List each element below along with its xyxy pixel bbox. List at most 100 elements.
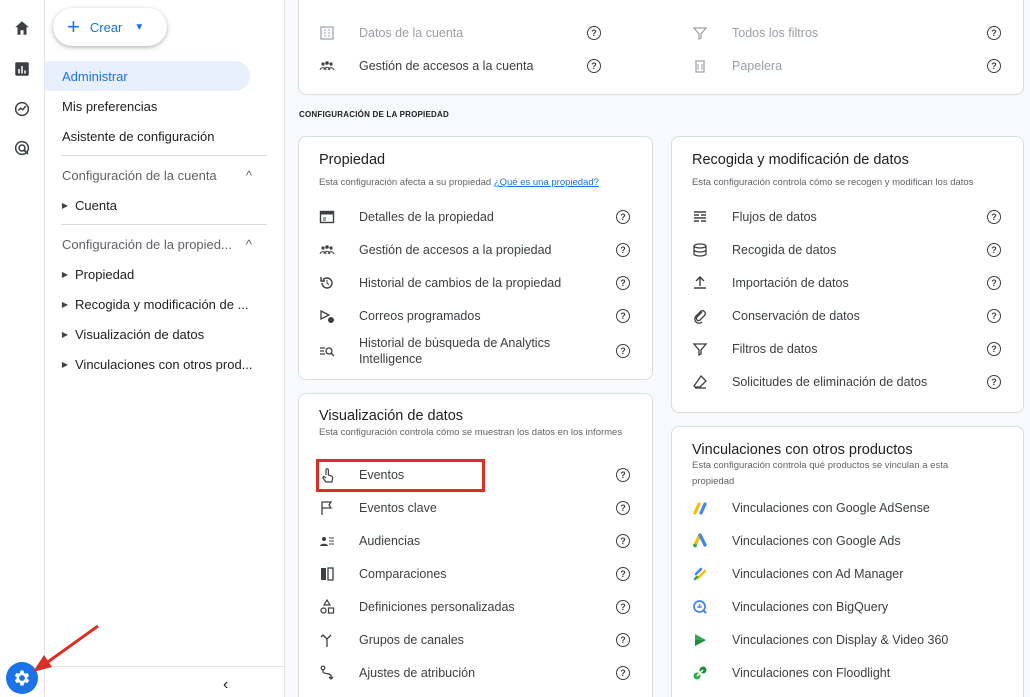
row-comparaciones[interactable]: Comparaciones ? bbox=[299, 559, 652, 589]
row-flujos-datos[interactable]: Flujos de datos ? bbox=[672, 202, 1023, 232]
help-icon[interactable]: ? bbox=[987, 375, 1001, 389]
nav-section-account-label: Configuración de la cuenta bbox=[62, 168, 217, 183]
row-google-adsense[interactable]: Vinculaciones con Google AdSense bbox=[672, 493, 1023, 523]
help-icon[interactable]: ? bbox=[616, 344, 630, 358]
data-collection-card: Recogida y modificación de datos Esta co… bbox=[671, 136, 1024, 413]
help-icon[interactable]: ? bbox=[987, 59, 1001, 73]
create-button[interactable]: + Crear ▼ bbox=[53, 8, 167, 46]
plus-icon: + bbox=[67, 14, 80, 39]
row-conservacion-datos[interactable]: Conservación de datos ? bbox=[672, 301, 1023, 331]
search-history-icon bbox=[319, 343, 335, 359]
row-solicitudes-eliminacion[interactable]: Solicitudes de eliminación de datos ? bbox=[672, 367, 1023, 397]
help-icon[interactable]: ? bbox=[987, 342, 1001, 356]
nav-sub-label: Visualización de datos bbox=[75, 327, 205, 342]
help-icon[interactable]: ? bbox=[616, 210, 630, 224]
nav-item-asistente[interactable]: Asistente de configuración bbox=[45, 121, 250, 151]
row-gestion-accesos-propiedad[interactable]: Gestión de accesos a la propiedad ? bbox=[299, 235, 652, 265]
help-icon[interactable]: ? bbox=[987, 210, 1001, 224]
account-settings-card: Datos de la cuenta ? Gestión de accesos … bbox=[298, 0, 1024, 95]
admin-main: Datos de la cuenta ? Gestión de accesos … bbox=[286, 0, 1030, 697]
property-card: Propiedad Esta configuración afecta a su… bbox=[298, 136, 653, 380]
card-title: Visualización de datos bbox=[319, 408, 464, 424]
what-is-property-link[interactable]: ¿Qué es una propiedad? bbox=[494, 177, 599, 188]
row-importacion-datos[interactable]: Importación de datos ? bbox=[672, 268, 1023, 298]
help-icon[interactable]: ? bbox=[616, 534, 630, 548]
help-icon[interactable]: ? bbox=[616, 243, 630, 257]
card-title: Propiedad bbox=[319, 152, 386, 168]
row-historial-cambios[interactable]: Historial de cambios de la propiedad ? bbox=[299, 268, 652, 298]
data-display-card: Visualización de datos Esta configuració… bbox=[298, 393, 653, 697]
advertising-icon[interactable] bbox=[13, 139, 31, 157]
display-video-icon bbox=[692, 632, 708, 648]
product-links-card: Vinculaciones con otros productos Esta c… bbox=[671, 426, 1024, 697]
row-papelera[interactable]: Papelera ? bbox=[672, 51, 1023, 81]
row-google-ads[interactable]: Vinculaciones con Google Ads bbox=[672, 526, 1023, 556]
nav-section-property[interactable]: Configuración de la propied... ^ bbox=[62, 237, 252, 252]
collapse-nav-button[interactable]: ‹ bbox=[223, 676, 228, 694]
database-icon bbox=[692, 242, 708, 258]
row-ad-manager[interactable]: Vinculaciones con Ad Manager bbox=[672, 559, 1023, 589]
eraser-icon bbox=[692, 374, 708, 390]
row-todos-filtros[interactable]: Todos los filtros ? bbox=[672, 18, 1023, 48]
help-icon[interactable]: ? bbox=[987, 26, 1001, 40]
nav-item-administrar[interactable]: Administrar bbox=[45, 61, 250, 91]
row-floodlight[interactable]: Vinculaciones con Floodlight bbox=[672, 658, 1023, 688]
row-detalles-propiedad[interactable]: Detalles de la propiedad ? bbox=[299, 202, 652, 232]
scheduled-email-icon bbox=[319, 308, 335, 324]
create-label: Crear bbox=[89, 19, 123, 35]
row-filtros-datos[interactable]: Filtros de datos ? bbox=[672, 334, 1023, 364]
help-icon[interactable]: ? bbox=[987, 276, 1001, 290]
bigquery-icon bbox=[692, 599, 708, 615]
highlight-box-eventos bbox=[316, 459, 485, 492]
reports-icon[interactable] bbox=[13, 60, 31, 78]
help-icon[interactable]: ? bbox=[616, 276, 630, 290]
admin-gear-button[interactable] bbox=[6, 662, 38, 694]
row-audiencias[interactable]: Audiencias ? bbox=[299, 526, 652, 556]
help-icon[interactable]: ? bbox=[616, 600, 630, 614]
admin-side-nav: + Crear ▼ Administrar Mis preferencias A… bbox=[45, 0, 285, 697]
chevron-up-icon: ^ bbox=[245, 168, 252, 183]
home-icon[interactable] bbox=[13, 19, 31, 37]
nav-sub-label: Vinculaciones con otros prod... bbox=[75, 357, 253, 372]
card-description: Esta configuración controla cómo se mues… bbox=[319, 427, 623, 438]
nav-sub-cuenta[interactable]: ▶ Cuenta bbox=[55, 198, 117, 213]
help-icon[interactable]: ? bbox=[616, 666, 630, 680]
help-icon[interactable]: ? bbox=[987, 243, 1001, 257]
upload-icon bbox=[692, 275, 708, 291]
nav-sub-label: Recogida y modificación de ... bbox=[75, 297, 249, 312]
nav-sub-vinculaciones[interactable]: ▶ Vinculaciones con otros prod... bbox=[55, 357, 253, 372]
merge-icon bbox=[319, 632, 335, 648]
help-icon[interactable]: ? bbox=[587, 26, 601, 40]
row-bigquery[interactable]: Vinculaciones con BigQuery bbox=[672, 592, 1023, 622]
help-icon[interactable]: ? bbox=[616, 468, 630, 482]
help-icon[interactable]: ? bbox=[616, 309, 630, 323]
help-icon[interactable]: ? bbox=[987, 309, 1001, 323]
row-definiciones-personalizadas[interactable]: Definiciones personalizadas ? bbox=[299, 592, 652, 622]
people-icon bbox=[319, 242, 335, 258]
audience-icon bbox=[319, 533, 335, 549]
nav-item-mis-preferencias[interactable]: Mis preferencias bbox=[45, 91, 250, 121]
row-display-video-360[interactable]: Vinculaciones con Display & Video 360 bbox=[672, 625, 1023, 655]
nav-sub-propiedad[interactable]: ▶ Propiedad bbox=[55, 267, 134, 282]
row-ajustes-atribucion[interactable]: Ajustes de atribución ? bbox=[299, 658, 652, 688]
help-icon[interactable]: ? bbox=[587, 59, 601, 73]
caret-down-icon: ▼ bbox=[134, 21, 145, 33]
help-icon[interactable]: ? bbox=[616, 501, 630, 515]
building-icon bbox=[319, 25, 335, 41]
row-recogida-datos[interactable]: Recogida de datos ? bbox=[672, 235, 1023, 265]
row-correos-programados[interactable]: Correos programados ? bbox=[299, 301, 652, 331]
nav-sub-recogida[interactable]: ▶ Recogida y modificación de ... bbox=[55, 297, 249, 312]
ad-manager-icon bbox=[692, 566, 708, 582]
explore-icon[interactable] bbox=[13, 100, 31, 118]
nav-section-account[interactable]: Configuración de la cuenta ^ bbox=[62, 168, 252, 183]
row-grupos-canales[interactable]: Grupos de canales ? bbox=[299, 625, 652, 655]
nav-sub-label: Propiedad bbox=[75, 267, 135, 282]
help-icon[interactable]: ? bbox=[616, 567, 630, 581]
row-eventos-clave[interactable]: Eventos clave ? bbox=[299, 493, 652, 523]
card-description: Esta configuración controla cómo se reco… bbox=[692, 177, 974, 188]
nav-sub-visualizacion[interactable]: ▶ Visualización de datos bbox=[55, 327, 204, 342]
row-historial-busqueda[interactable]: Historial de búsqueda de Analytics Intel… bbox=[299, 334, 652, 368]
compare-icon bbox=[319, 566, 335, 582]
help-icon[interactable]: ? bbox=[616, 633, 630, 647]
caret-right-icon: ▶ bbox=[61, 201, 69, 210]
